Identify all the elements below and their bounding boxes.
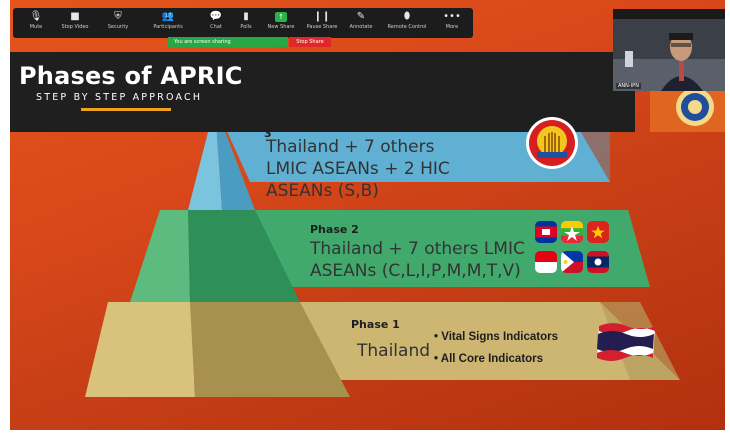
phase2-label: Phase 2 [310, 223, 359, 236]
more-dots-icon: ••• [443, 11, 461, 22]
asean-logo-icon [526, 117, 578, 169]
pause-share-button[interactable]: ❙❙ Pause Share [305, 10, 339, 36]
philippines-flag-icon [561, 251, 583, 273]
screen: 🎙 Mute ■ Stop Video ⛨ Security 👥 17 Part… [0, 0, 730, 437]
participants-button[interactable]: 👥 17 Participants [148, 10, 188, 36]
phase3-description: Thailand + 7 others LMIC ASEANs + 2 HIC … [266, 137, 450, 201]
mute-button[interactable]: 🎙 Mute [23, 10, 49, 36]
cambodia-flag-icon [535, 221, 557, 243]
more-button[interactable]: ••• More [441, 10, 463, 36]
stop-video-button[interactable]: ■ Stop Video [57, 10, 93, 36]
webcam-thumbnail[interactable]: ANN-IPN [613, 9, 725, 91]
mouse-icon: ⬮ [403, 11, 411, 22]
pause-icon: ❙❙ [313, 11, 331, 22]
chat-bubble-icon: 💬 [209, 11, 223, 22]
slide-subtitle: STEP BY STEP APPROACH [36, 92, 203, 103]
myanmar-flag-icon [561, 221, 583, 243]
webcam-controls[interactable] [613, 9, 725, 19]
screen-sharing-banner: You are screen sharing Stop Share [168, 37, 331, 47]
chat-button[interactable]: 💬 Chat [205, 10, 227, 36]
phase2-description: Thailand + 7 others LMIC ASEANs (C,L,I,P… [310, 239, 525, 281]
thailand-flag-icon [597, 323, 655, 361]
vietnam-flag-icon [587, 221, 609, 243]
laos-flag-icon [587, 251, 609, 273]
title-underline [81, 108, 171, 111]
phase1-description: Thailand [357, 341, 431, 361]
security-button[interactable]: ⛨ Security [103, 10, 133, 36]
shield-icon: ⛨ [114, 11, 122, 22]
list-item: Vital Signs Indicators [434, 326, 558, 348]
remote-control-button[interactable]: ⬮ Remote Control [385, 10, 429, 36]
participant-name: ANN-IPN [616, 83, 641, 89]
share-screen-icon: ↑ [275, 12, 287, 22]
meeting-toolbar: 🎙 Mute ■ Stop Video ⛨ Security 👥 17 Part… [13, 8, 473, 38]
video-camera-icon: ■ [70, 11, 80, 22]
phase1-indicator-list: Vital Signs Indicators All Core Indicato… [434, 326, 558, 370]
microphone-icon: 🎙 [29, 11, 43, 22]
sharing-status: You are screen sharing [168, 37, 288, 47]
polls-button[interactable]: ▮ Polls [235, 10, 257, 36]
stop-share-button[interactable]: Stop Share [289, 37, 331, 47]
shared-slide: 🎙 Mute ■ Stop Video ⛨ Security 👥 17 Part… [10, 0, 725, 430]
bar-chart-icon: ▮ [243, 11, 249, 22]
phase1-label: Phase 1 [351, 318, 400, 331]
indonesia-flag-icon [535, 251, 557, 273]
list-item: All Core Indicators [434, 348, 558, 370]
pen-icon: ✎ [356, 11, 366, 22]
new-share-button[interactable]: ↑ New Share [265, 10, 297, 36]
pyramid-mid-left [130, 210, 190, 302]
pyramid-base-left [85, 302, 195, 397]
annotate-button[interactable]: ✎ Annotate [347, 10, 375, 36]
slide-title: Phases of APRIC [19, 62, 243, 90]
speaker-video [613, 19, 725, 91]
